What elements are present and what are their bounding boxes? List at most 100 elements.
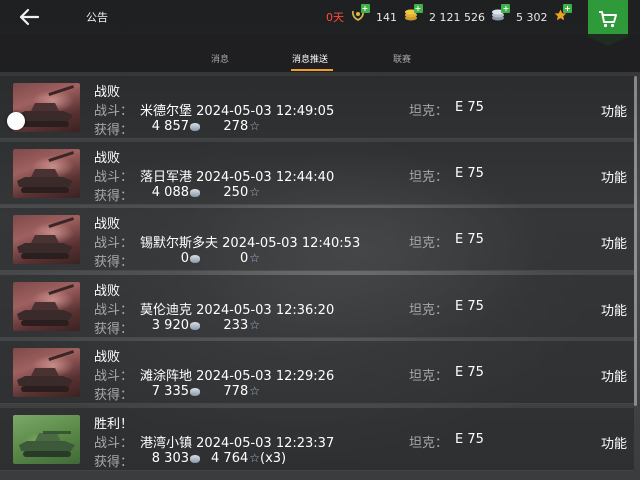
- credits-icon: [190, 455, 200, 463]
- tank-name: E 75: [455, 365, 484, 380]
- tank-label: 坦克：: [409, 170, 449, 185]
- tank-name: E 75: [455, 299, 484, 314]
- map-name: 莫伦迪克: [140, 303, 193, 318]
- tank-silhouette-icon: [17, 284, 75, 326]
- premium-days-value: 0天: [326, 11, 344, 24]
- battle-result: 战败: [94, 151, 121, 166]
- silver-coins-icon: +: [491, 4, 511, 24]
- credits-value: 2 121 526: [429, 11, 485, 24]
- battle-label: 战斗：: [94, 436, 134, 451]
- free-xp-counter[interactable]: 5 302 +: [516, 4, 572, 24]
- list-scrollbar[interactable]: [634, 76, 637, 406]
- credits-amount: 0: [180, 251, 189, 266]
- earned-credits: 4 857: [140, 119, 200, 134]
- battle-datetime: 2024-05-03 12:44:40: [196, 170, 335, 185]
- credits-icon: [190, 123, 200, 131]
- tab-message-push[interactable]: 消息推送: [292, 52, 328, 65]
- function-button[interactable]: 功能: [601, 167, 627, 186]
- battle-label: 战斗：: [94, 170, 134, 185]
- map-name: 港湾小镇: [140, 436, 193, 451]
- tank-thumbnail: [13, 149, 80, 198]
- back-arrow-icon[interactable]: [18, 7, 42, 27]
- credits-amount: 3 920: [151, 318, 189, 333]
- xp-amount: 278: [223, 119, 249, 134]
- xp-star-icon: ☆: [249, 384, 260, 398]
- tank-name: E 75: [455, 432, 484, 447]
- top-bar: 公告 0天 + 141 + 2 121 526 + 5 302 +: [0, 0, 640, 34]
- battle-result: 战败: [94, 350, 121, 365]
- battle-map-datetime: 港湾小镇 2024-05-03 12:23:37: [140, 432, 334, 451]
- tank-label: 坦克：: [409, 369, 449, 384]
- touch-pointer-indicator: [7, 112, 25, 130]
- add-premium-icon[interactable]: +: [360, 4, 370, 13]
- premium-days[interactable]: 0天 +: [326, 4, 370, 25]
- add-gold-icon[interactable]: +: [413, 4, 423, 13]
- function-button[interactable]: 功能: [601, 366, 627, 385]
- map-name: 滩涂阵地: [140, 369, 193, 384]
- add-credits-icon[interactable]: +: [501, 4, 511, 13]
- function-button[interactable]: 功能: [601, 101, 627, 120]
- xp-star-icon: ☆: [249, 185, 260, 199]
- function-button[interactable]: 功能: [601, 300, 627, 319]
- list-item[interactable]: 战败 战斗： 滩涂阵地 2024-05-03 12:29:26 获得： 7 335 778…: [0, 341, 634, 404]
- battle-label: 战斗：: [94, 303, 134, 318]
- tank-label: 坦克：: [409, 303, 449, 318]
- list-item[interactable]: 胜利！ 战斗： 港湾小镇 2024-05-03 12:23:37 获得： 8 303 4 …: [0, 408, 634, 471]
- credits-icon: [190, 388, 200, 396]
- tank-thumbnail: [13, 348, 80, 397]
- earned-label: 获得：: [94, 123, 134, 138]
- list-item[interactable]: 战败 战斗： 锡默尔斯多夫 2024-05-03 12:40:53 获得： 0 0☆ 坦克：…: [0, 208, 634, 271]
- credits-amount: 4 088: [151, 185, 189, 200]
- battle-result: 胜利！: [94, 417, 134, 432]
- earned-xp: 278☆: [200, 119, 260, 134]
- earned-label: 获得：: [94, 455, 134, 470]
- gold-counter[interactable]: 141 +: [376, 4, 423, 24]
- xp-amount: 0: [239, 251, 249, 266]
- list-item[interactable]: 战败 战斗： 落日军港 2024-05-03 12:44:40 获得： 4 088 250…: [0, 142, 634, 205]
- earned-label: 获得：: [94, 255, 134, 270]
- xp-star-icon: ☆: [249, 451, 260, 465]
- battle-result: 战败: [94, 217, 121, 232]
- tab-league[interactable]: 联赛: [393, 52, 411, 65]
- xp-star-icon: ☆: [249, 318, 260, 332]
- earned-label: 获得：: [94, 322, 134, 337]
- xp-amount: 778: [223, 384, 249, 399]
- xp-amount: 4 764: [211, 451, 249, 466]
- add-free-xp-icon[interactable]: +: [563, 4, 572, 13]
- function-button[interactable]: 功能: [601, 233, 627, 252]
- tank-silhouette-icon: [17, 350, 75, 392]
- credits-icon: [190, 189, 200, 197]
- tank-silhouette-icon: [17, 217, 75, 259]
- credits-icon: [190, 255, 200, 263]
- earned-xp: 4 764☆: [200, 451, 260, 466]
- xp-star-icon: ☆: [249, 251, 260, 265]
- tab-messages[interactable]: 消息: [211, 52, 229, 65]
- credits-amount: 7 335: [151, 384, 189, 399]
- earned-xp: 778☆: [200, 384, 260, 399]
- map-name: 落日军港: [140, 170, 193, 185]
- xp-amount: 250: [223, 185, 249, 200]
- credits-amount: 8 303: [151, 451, 189, 466]
- map-name: 锡默尔斯多夫: [140, 236, 219, 251]
- battle-map-datetime: 锡默尔斯多夫 2024-05-03 12:40:53: [140, 232, 360, 251]
- earned-xp: 250☆: [200, 185, 260, 200]
- battle-datetime: 2024-05-03 12:49:05: [196, 104, 335, 119]
- page-title: 公告: [86, 11, 108, 24]
- tank-thumbnail: [13, 215, 80, 264]
- credits-counter[interactable]: 2 121 526 +: [429, 4, 511, 24]
- list-item[interactable]: 战败 战斗： 莫伦迪克 2024-05-03 12:36:20 获得： 3 920 233…: [0, 275, 634, 338]
- tank-silhouette-icon: [19, 431, 75, 457]
- list-item[interactable]: 战败 战斗： 米德尔堡 2024-05-03 12:49:05 获得： 4 857 278…: [0, 76, 634, 139]
- earned-credits: 3 920: [140, 318, 200, 333]
- xp-amount: 233: [223, 318, 249, 333]
- map-name: 米德尔堡: [140, 104, 193, 119]
- earned-label: 获得：: [94, 388, 134, 403]
- function-button[interactable]: 功能: [601, 433, 627, 452]
- earned-xp: 0☆: [200, 251, 260, 266]
- premium-laurel-icon: +: [351, 4, 370, 24]
- battle-map-datetime: 莫伦迪克 2024-05-03 12:36:20: [140, 299, 334, 318]
- battle-datetime: 2024-05-03 12:40:53: [222, 236, 361, 251]
- battle-label: 战斗：: [94, 236, 134, 251]
- battle-result: 战败: [94, 85, 121, 100]
- credits-amount: 4 857: [151, 119, 189, 134]
